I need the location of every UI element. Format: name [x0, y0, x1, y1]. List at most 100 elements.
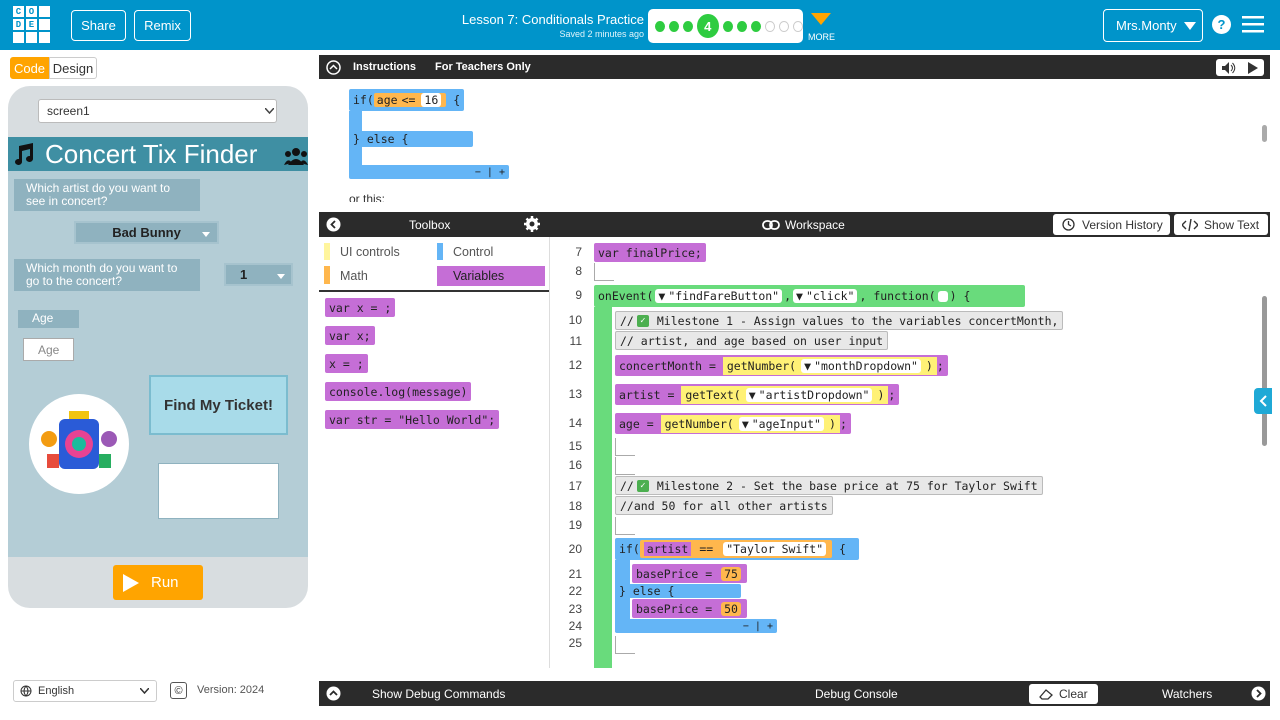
number-literal[interactable]: 50 — [721, 601, 741, 616]
instructions-scrollbar[interactable] — [1262, 125, 1267, 142]
find-ticket-button[interactable]: Find My Ticket! — [149, 375, 288, 435]
checkbox-icon[interactable]: ✓ — [636, 479, 649, 492]
collapse-icon[interactable] — [326, 60, 341, 75]
play-icon — [123, 573, 139, 592]
assign-baseprice-75[interactable]: basePrice = 75 — [632, 564, 747, 583]
comment-milestone-1[interactable]: //✓ Milestone 1 - Assign values to the va… — [615, 311, 1064, 330]
month-dropdown[interactable]: 1 — [224, 263, 293, 286]
age-input[interactable]: Age — [23, 338, 74, 361]
code-mode-toggle[interactable]: Code — [10, 57, 49, 79]
params-slot[interactable] — [937, 290, 948, 302]
level-dot[interactable] — [668, 20, 679, 32]
level-dot[interactable] — [778, 20, 789, 32]
tab-instructions[interactable]: Instructions — [353, 61, 416, 73]
else-block-snippet: } else { — [349, 131, 473, 147]
level-dot[interactable] — [736, 20, 747, 32]
current-level-dot[interactable]: 4 — [696, 14, 719, 38]
comment-milestone-1-cont[interactable]: // artist, and age based on user input — [615, 331, 889, 350]
logo-cell — [39, 6, 50, 17]
watchers-toggle-icon[interactable] — [1251, 686, 1266, 701]
toolbox-block-var-string[interactable]: var str = "Hello World"; — [325, 410, 500, 429]
empty-line-slot — [594, 263, 614, 281]
artist-variable[interactable]: artist — [643, 542, 692, 556]
level-dot[interactable] — [750, 20, 761, 32]
assign-concertmonth-block[interactable]: concertMonth = getNumber(▼ "monthDropdown… — [615, 355, 948, 376]
var-finalprice-block[interactable]: var finalPrice; — [594, 243, 706, 262]
event-dropdown[interactable]: ▼ "click" — [793, 289, 858, 303]
hamburger-menu-icon[interactable] — [1242, 16, 1264, 34]
collapse-toolbox-icon[interactable] — [326, 217, 341, 232]
toolbox-block-assign[interactable]: x = ; — [325, 354, 368, 373]
show-text-button[interactable]: Show Text — [1174, 214, 1268, 235]
more-label[interactable]: MORE — [808, 32, 835, 42]
level-dot[interactable] — [764, 20, 775, 32]
comment-milestone-2-cont[interactable]: //and 50 for all other artists — [615, 496, 833, 515]
gear-icon[interactable] — [524, 216, 540, 232]
event-value: "click" — [805, 289, 855, 303]
level-dot[interactable] — [655, 20, 665, 32]
empty-line-slot — [615, 438, 635, 456]
screen-selector[interactable]: screen1 — [38, 99, 277, 123]
category-math[interactable]: Math — [340, 269, 368, 283]
category-variables[interactable]: Variables — [453, 269, 504, 283]
level-dot[interactable] — [682, 20, 693, 32]
if-block-footer[interactable]: − | + — [615, 619, 777, 633]
artist-dropdown[interactable]: Bad Bunny — [74, 221, 219, 244]
run-button[interactable]: Run — [113, 565, 203, 600]
element-id-dropdown[interactable]: ▼ "findFareButton" — [655, 289, 783, 303]
share-button[interactable]: Share — [71, 10, 126, 41]
design-mode-toggle[interactable]: Design — [49, 57, 97, 79]
onevent-block[interactable]: onEvent( ▼ "findFareButton", ▼ "click", fu… — [594, 285, 1025, 307]
remix-button[interactable]: Remix — [134, 10, 191, 41]
gettext-block[interactable]: getText(▼ "artistDropdown") — [681, 385, 889, 404]
logo-letter: O — [26, 6, 37, 17]
equality-block[interactable]: artist == "Taylor Swift" — [639, 540, 833, 558]
copyright-icon[interactable]: © — [170, 682, 187, 699]
assign-artist-block[interactable]: artist = getText(▼ "artistDropdown"); — [615, 384, 900, 405]
lesson-title[interactable]: Lesson 7: Conditionals Practice — [420, 12, 644, 27]
tab-teachers-only[interactable]: For Teachers Only — [435, 61, 531, 73]
expand-debug-icon[interactable] — [326, 686, 341, 701]
expand-panel-button[interactable] — [1254, 388, 1272, 414]
level-dot[interactable] — [792, 20, 804, 32]
toolbox-block-var-assign[interactable]: var x = ; — [325, 298, 396, 317]
assign-age-block[interactable]: age = getNumber(▼ "ageInput"); — [615, 413, 851, 434]
month-dropdown-value: 1 — [240, 267, 248, 282]
category-ui-controls[interactable]: UI controls — [340, 245, 400, 259]
version-history-button[interactable]: Version History — [1053, 214, 1170, 235]
code-icon — [1182, 218, 1198, 231]
help-icon[interactable]: ? — [1212, 15, 1231, 34]
id-dropdown[interactable]: ▼ "monthDropdown" — [801, 358, 921, 373]
id-dropdown[interactable]: ▼ "ageInput" — [738, 416, 824, 431]
speaker-icon[interactable] — [1222, 61, 1236, 74]
text-to-speech-control[interactable] — [1216, 59, 1264, 76]
category-control[interactable]: Control — [453, 245, 493, 259]
language-selector[interactable]: English — [13, 680, 157, 702]
user-menu[interactable]: Mrs.Monty — [1103, 9, 1203, 42]
getnumber-block[interactable]: getNumber(▼ "monthDropdown") — [722, 356, 937, 375]
if-else-block[interactable]: if(artist == "Taylor Swift" { — [615, 538, 859, 560]
toolbox-block-console-log[interactable]: console.log(message) — [325, 382, 472, 401]
toolbox-block-var-declare[interactable]: var x; — [325, 326, 375, 345]
play-icon[interactable] — [1248, 61, 1258, 74]
comment-milestone-2[interactable]: //✓ Milestone 2 - Set the base price at 7… — [615, 476, 1043, 495]
result-text-area[interactable] — [158, 463, 279, 519]
checkbox-icon[interactable]: ✓ — [636, 314, 649, 327]
id-dropdown[interactable]: ▼ "artistDropdown" — [745, 387, 873, 402]
watchers-title[interactable]: Watchers — [1162, 687, 1212, 701]
more-chevron-icon[interactable] — [810, 11, 832, 27]
line-number: 14 — [568, 416, 582, 430]
getnumber-block[interactable]: getNumber(▼ "ageInput") — [660, 414, 840, 433]
level-dot[interactable] — [722, 20, 733, 32]
code-org-logo[interactable]: CO DE — [13, 6, 50, 43]
workspace-scrollbar[interactable] — [1262, 296, 1267, 446]
empty-line-slot — [615, 636, 635, 654]
number-literal[interactable]: 75 — [721, 566, 741, 581]
show-debug-commands[interactable]: Show Debug Commands — [372, 687, 505, 701]
clear-console-button[interactable]: Clear — [1029, 684, 1098, 704]
string-literal[interactable]: "Taylor Swift" — [723, 542, 827, 556]
ui-controls-color-icon — [324, 243, 330, 260]
level-progress[interactable]: 4 — [648, 9, 804, 43]
assign-baseprice-50[interactable]: basePrice = 50 — [632, 599, 747, 618]
else-clause[interactable]: } else { — [615, 584, 741, 598]
